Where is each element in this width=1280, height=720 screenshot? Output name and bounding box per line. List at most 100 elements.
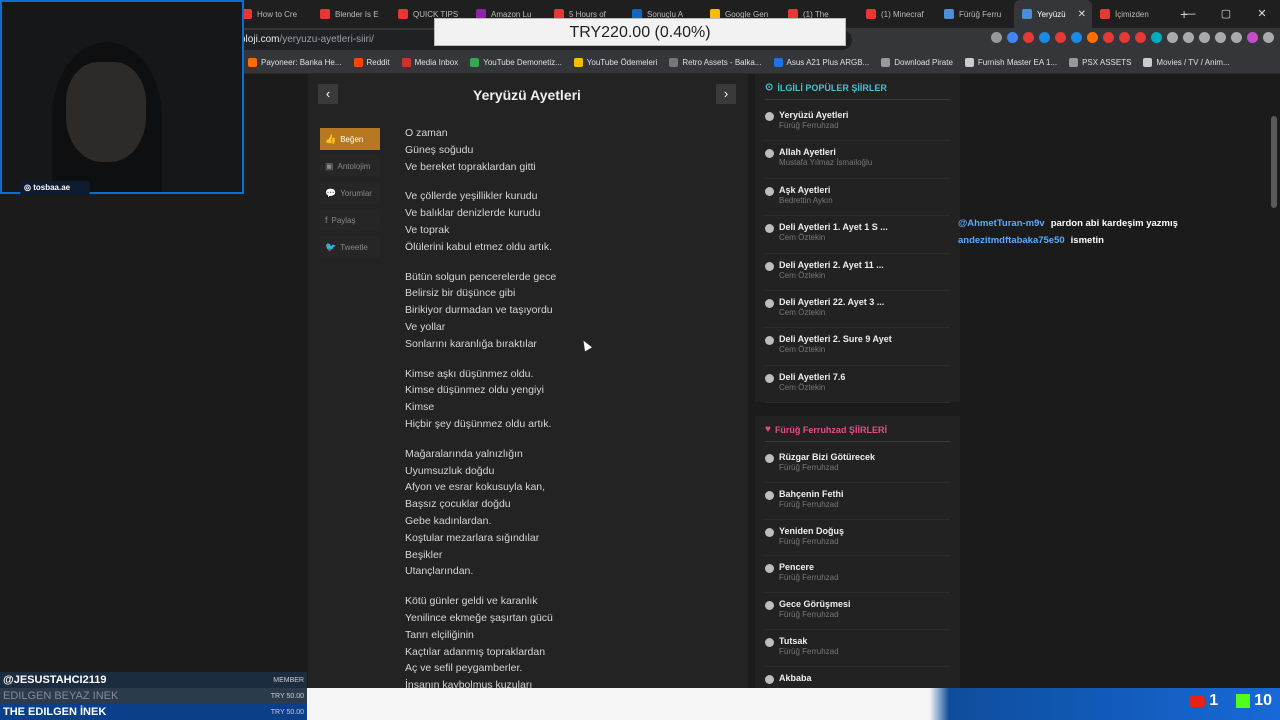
sidebar-poem-title: Yeryüzü Ayetleri: [779, 110, 849, 120]
maximize-icon[interactable]: ▢: [1208, 0, 1244, 28]
action-facebook-button[interactable]: f Paylaş: [320, 209, 380, 231]
supporter-alert: @JESUSTAHCI2119 MEMBER: [0, 672, 307, 688]
action-twitter-button[interactable]: 🐦 Tweetle: [320, 236, 380, 258]
supporter-value: TRY 50.00: [270, 708, 304, 716]
sidebar-poem-link[interactable]: Yeniden Doğuş Fürüğ Ferruhzad: [765, 520, 950, 557]
poem-line: Beşikler: [405, 548, 443, 561]
tab-label: Blender Is E: [335, 9, 379, 19]
extension-icon[interactable]: [1135, 32, 1146, 43]
browser-tab[interactable]: How to Cre: [234, 0, 312, 28]
bookmark-label: Download Pirate: [894, 58, 953, 67]
sidebar-poem-text: Pencere Fürüğ Ferruhzad: [779, 562, 839, 588]
bookmark-item[interactable]: Asus A21 Plus ARGB...: [773, 58, 870, 67]
bookmark-favicon-icon: [248, 58, 257, 67]
sidebar-poem-link[interactable]: Deli Ayetleri 2. Sure 9 Ayet Cem Öztekin: [765, 328, 950, 366]
sidebar-poem-author: Cem Öztekin: [779, 382, 826, 392]
sidebar-poem-text: Tutsak Fürüğ Ferruhzad: [779, 636, 839, 662]
tab-favicon-icon: [398, 9, 408, 19]
bookmark-label: Asus A21 Plus ARGB...: [786, 58, 870, 67]
sidebar-poem-author: Cem Öztekin: [779, 307, 826, 317]
extension-icon[interactable]: [1151, 32, 1162, 43]
supporter-value: MEMBER: [273, 676, 304, 684]
tab-label: Fürüğ Ferru: [959, 9, 1002, 19]
sidebar-poem-link[interactable]: Yeryüzü Ayetleri Fürüğ Ferruhzad: [765, 104, 950, 142]
bookmark-favicon-icon: [881, 58, 891, 67]
sidebar-poem-link[interactable]: Aşk Ayetleri Bedrettin Aykın: [765, 179, 950, 217]
bookmark-item[interactable]: Retro Assets - Balka...: [669, 58, 762, 67]
poem-stanza: Kimse aşkı düşünmez oldu. Kimse düşünmez …: [405, 366, 735, 433]
sidebar-poem-link[interactable]: Deli Ayetleri 2. Ayet 11 ... Cem Öztekin: [765, 254, 950, 291]
extension-icon[interactable]: [1087, 32, 1098, 43]
bookmark-label: Movies / TV / Anim...: [1156, 58, 1230, 67]
close-tab-icon[interactable]: ✕: [1078, 9, 1086, 20]
bookmark-item[interactable]: PSX ASSETS: [1069, 58, 1131, 67]
browser-tab[interactable]: Fürüğ Ferru: [936, 0, 1014, 28]
action-comment-button[interactable]: 💬 Yorumlar: [320, 182, 380, 204]
bookmark-favicon-icon: [1143, 58, 1153, 67]
extension-icon[interactable]: [1023, 32, 1034, 43]
popular-poems-list: Yeryüzü Ayetleri Fürüğ Ferruhzad Allah Aye…: [765, 104, 950, 404]
minimize-icon[interactable]: —: [1172, 0, 1208, 28]
sidebar-poem-link[interactable]: Deli Ayetleri 22. Ayet 3 ... Cem Öztekin: [765, 291, 950, 329]
sidebar-poem-link[interactable]: Bahçenin Fethi Fürüğ Ferruhzad: [765, 483, 950, 520]
sidebar-poem-link[interactable]: Rüzgar Bizi Götürecek Fürüğ Ferruhzad: [765, 446, 950, 483]
avatar: [765, 454, 774, 463]
bookmark-item[interactable]: Media Inbox: [401, 58, 458, 67]
sidebar-poem-text: Deli Ayetleri 7.6 Cem Öztekin: [779, 372, 845, 398]
extension-icon[interactable]: [1055, 32, 1066, 43]
menu-icon[interactable]: [1263, 32, 1274, 43]
close-window-icon[interactable]: ✕: [1244, 0, 1280, 28]
kick-count: 10: [1254, 692, 1272, 709]
bookmark-item[interactable]: YouTube Ödemeleri: [573, 58, 658, 67]
supporter-name: THE EDILGEN İNEK: [3, 706, 107, 718]
bookmark-label: YouTube Ödemeleri: [586, 58, 658, 67]
browser-tab[interactable]: İçimizden: [1092, 0, 1170, 28]
extension-icon[interactable]: [991, 32, 1002, 43]
bookmark-item[interactable]: Furnish Master EA 1...: [964, 58, 1057, 67]
avatar: [765, 149, 774, 159]
sidebar-poem-title: Akbaba: [779, 672, 812, 683]
sidebar-poem-link[interactable]: Tutsak Fürüğ Ferruhzad: [765, 630, 950, 667]
sidebar-poem-link[interactable]: Pencere Fürüğ Ferruhzad: [765, 556, 950, 594]
sidebar-poem-link[interactable]: Allah Ayetleri Mustafa Yılmaz İsmailoğlu: [765, 141, 950, 179]
extension-icon[interactable]: [1039, 32, 1050, 43]
poem-stanza: Kötü günler geldi ve karanlık Yenilince e…: [405, 593, 735, 694]
sidebar-poem-text: Deli Ayetleri 1. Ayet 1 S ... Cem Öztekin: [779, 222, 888, 248]
bookmark-item[interactable]: Movies / TV / Anim...: [1143, 58, 1230, 67]
sidebar-poem-text: Yeniden Doğuş Fürüğ Ferruhzad: [779, 526, 844, 552]
sidebar-icon[interactable]: [1215, 32, 1226, 43]
profile-avatar[interactable]: [1247, 32, 1258, 43]
page-scrollbar[interactable]: [1271, 116, 1277, 208]
bookmark-favicon-icon: [573, 58, 583, 67]
author-poems-panel: ♥ Fürüğ Ferruhzad ŞİİRLERİ Rüzgar Bizi G…: [755, 416, 960, 720]
sidebar-poem-text: Deli Ayetleri 22. Ayet 3 ... Cem Öztekin: [779, 297, 884, 323]
youtube-count: 1: [1209, 692, 1219, 709]
action-thumbs-up-button[interactable]: 👍 Beğen: [320, 128, 380, 150]
bookmark-item[interactable]: YouTube Demonetiz...: [470, 58, 562, 67]
extension-icon[interactable]: [1007, 32, 1018, 43]
sidebar-poem-author: Fürüğ Ferruhzad: [779, 463, 839, 472]
webcam-feed: [0, 0, 244, 194]
avatar: [765, 637, 774, 647]
music-icon[interactable]: [1199, 32, 1210, 43]
avatar: [765, 564, 774, 574]
bookmark-item[interactable]: Download Pirate: [881, 58, 953, 67]
bookmark-item[interactable]: Payoneer: Banka He...: [248, 58, 342, 67]
extension-icon[interactable]: [1071, 32, 1082, 43]
extension-icon[interactable]: [1119, 32, 1130, 43]
media-icon[interactable]: [1183, 32, 1194, 43]
chat-text: ismetin: [1070, 235, 1104, 246]
browser-tab[interactable]: Yeryüzü ✕: [1014, 0, 1092, 28]
chevron-right-icon[interactable]: ›: [716, 84, 736, 104]
sidebar-poem-link[interactable]: Deli Ayetleri 1. Ayet 1 S ... Cem Öztekin: [765, 216, 950, 254]
download-icon[interactable]: [1231, 32, 1242, 43]
sidebar-poem-author: Fürüğ Ferruhzad: [779, 573, 839, 583]
browser-tab[interactable]: Blender Is E: [312, 0, 390, 28]
browser-tab[interactable]: (1) Minecraf: [858, 0, 936, 28]
puzzle-icon[interactable]: [1167, 32, 1178, 43]
sidebar-poem-link[interactable]: Deli Ayetleri 7.6 Cem Öztekin: [765, 366, 950, 404]
sidebar-poem-link[interactable]: Gece Görüşmesi Fürüğ Ferruhzad: [765, 593, 950, 630]
action-bookmark-button[interactable]: ▣ Antolojim: [320, 155, 380, 177]
bookmark-item[interactable]: Reddit: [353, 58, 390, 67]
extension-icon[interactable]: [1103, 32, 1114, 43]
